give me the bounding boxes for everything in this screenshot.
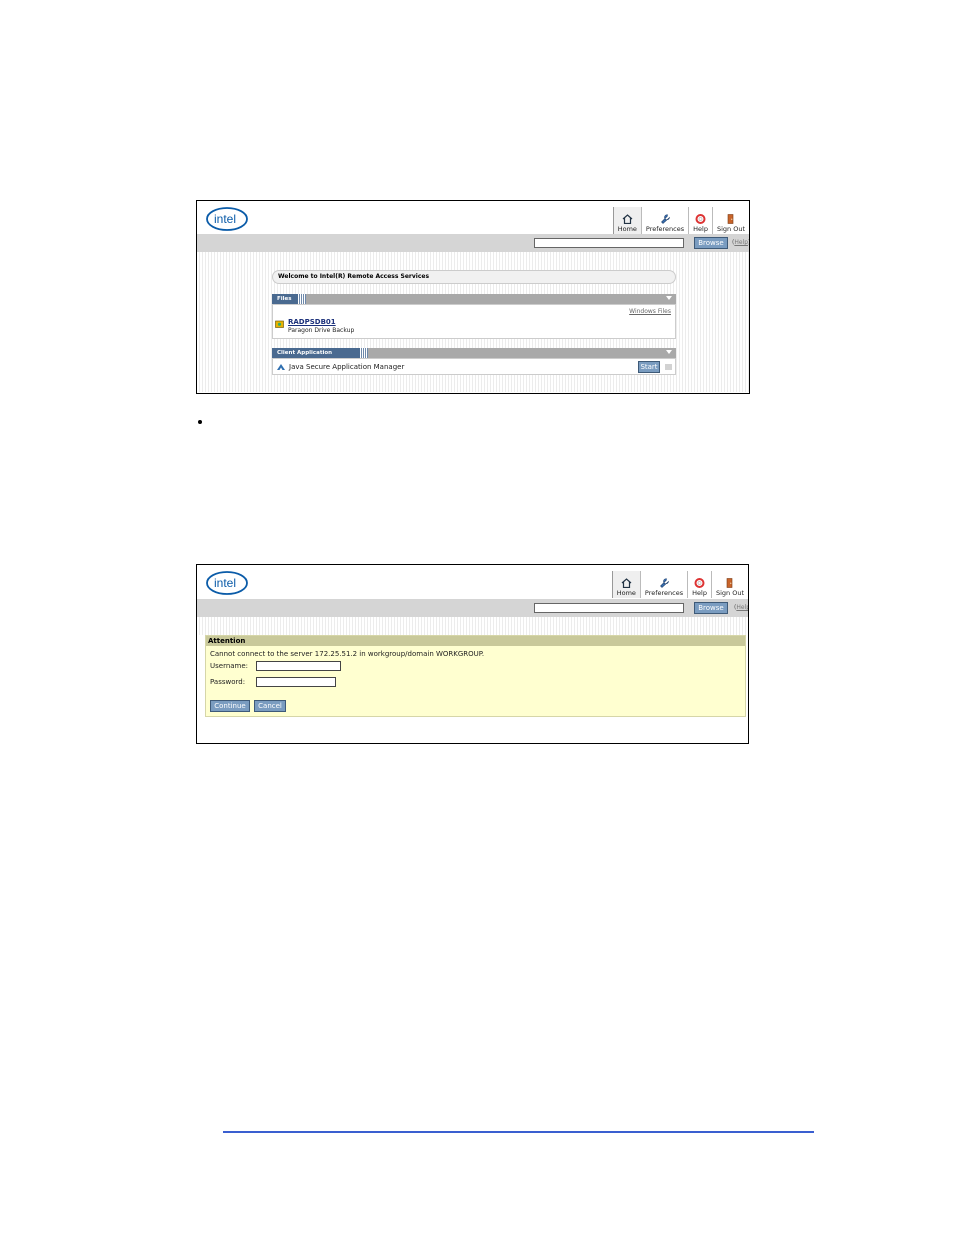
files-header: Files [272, 294, 676, 304]
attention-message: Cannot connect to the server 172.25.51.2… [210, 650, 485, 658]
nav-home[interactable]: Home [612, 207, 641, 234]
files-collapse-icon[interactable] [666, 296, 672, 300]
footer-rule [223, 1131, 814, 1133]
radpsdb01-link[interactable]: RADPSDB01 [288, 318, 336, 326]
java-icon [277, 364, 285, 370]
username-label: Username: [210, 662, 249, 670]
svg-text:intel: intel [214, 212, 236, 226]
cancel-button-label: Cancel [258, 702, 282, 710]
home-icon [622, 214, 633, 224]
jsam-label: Java Secure Application Manager [289, 363, 405, 371]
search-help-link[interactable]: (Help) [734, 604, 749, 611]
svg-text:intel: intel [214, 576, 236, 590]
password-label: Password: [210, 678, 246, 686]
wrench-icon [659, 578, 669, 588]
nav-home[interactable]: Home [611, 571, 640, 598]
nav-signout-label: Sign Out [716, 225, 745, 233]
continue-button[interactable]: Continue [210, 700, 250, 712]
nav-preferences-label: Preferences [644, 589, 684, 597]
nav-signout[interactable]: Sign Out [710, 571, 748, 598]
folder-icon [275, 320, 284, 328]
search-help-label: Help [736, 604, 749, 611]
radpsdb01-desc: Paragon Drive Backup [288, 327, 355, 334]
search-help-label: Help [734, 239, 749, 246]
nav-help-label: Help [693, 225, 708, 233]
home-icon [621, 578, 632, 588]
nav-signout[interactable]: Sign Out [711, 207, 749, 234]
intel-logo: intel [206, 207, 248, 231]
options-icon[interactable] [664, 363, 673, 371]
attention-title: Attention [206, 636, 745, 646]
top-nav: Home Preferences Help Sign Out [611, 571, 748, 598]
search-bar: Browse (Help) [197, 599, 748, 617]
list-bullet [198, 420, 202, 424]
nav-help[interactable]: Help [688, 207, 712, 234]
intel-logo: intel [206, 571, 248, 595]
nav-preferences[interactable]: Preferences [640, 207, 689, 234]
browse-button[interactable]: Browse [694, 237, 728, 249]
welcome-banner: Welcome to Intel(R) Remote Access Servic… [272, 270, 676, 284]
paren-close: ) [748, 239, 749, 246]
search-bar: Browse (Help) [197, 234, 749, 252]
nav-help-label: Help [692, 589, 707, 597]
search-help-link[interactable]: (Help) [732, 239, 749, 246]
nav-help[interactable]: Help [687, 571, 711, 598]
password-field[interactable] [256, 677, 336, 687]
screenshot-attention-dialog: intel Home Preferences Help Sign Out Bro… [196, 564, 749, 744]
browse-button[interactable]: Browse [694, 602, 728, 614]
start-button-label: Start [640, 363, 658, 371]
windows-files-link[interactable]: Windows Files [629, 308, 671, 315]
nav-preferences[interactable]: Preferences [639, 571, 688, 598]
cancel-button[interactable]: Cancel [254, 700, 286, 712]
sessions-body: Java Secure Application Manager Start [272, 358, 676, 375]
files-header-tab: Files [272, 294, 306, 304]
nav-home-label: Home [616, 589, 636, 597]
nav-signout-label: Sign Out [715, 589, 744, 597]
screenshot-portal-home: intel Home Preferences Help Sign Out Bro… [196, 200, 750, 394]
nav-preferences-label: Preferences [645, 225, 685, 233]
lifebuoy-icon [695, 214, 706, 224]
content-area [197, 617, 748, 635]
files-body: Windows Files RADPSDB01 Paragon Drive Ba… [272, 304, 676, 339]
browse-button-label: Browse [698, 239, 724, 247]
username-field[interactable] [256, 661, 341, 671]
attention-box: Attention Cannot connect to the server 1… [205, 635, 746, 717]
search-input[interactable] [534, 238, 684, 248]
start-button[interactable]: Start [638, 361, 660, 373]
nav-home-label: Home [617, 225, 637, 233]
top-nav: Home Preferences Help Sign Out [612, 207, 749, 234]
browse-button-label: Browse [698, 604, 724, 612]
lifebuoy-icon [694, 578, 705, 588]
door-icon [728, 214, 734, 224]
sessions-header: Client Application Sessions [272, 348, 676, 366]
sessions-header-tab: Client Application Sessions [272, 348, 368, 366]
continue-button-label: Continue [214, 702, 246, 710]
sessions-collapse-icon[interactable] [666, 350, 672, 354]
wrench-icon [660, 214, 670, 224]
search-input[interactable] [534, 603, 684, 613]
welcome-text: Welcome to Intel(R) Remote Access Servic… [278, 273, 430, 280]
door-icon [727, 578, 733, 588]
